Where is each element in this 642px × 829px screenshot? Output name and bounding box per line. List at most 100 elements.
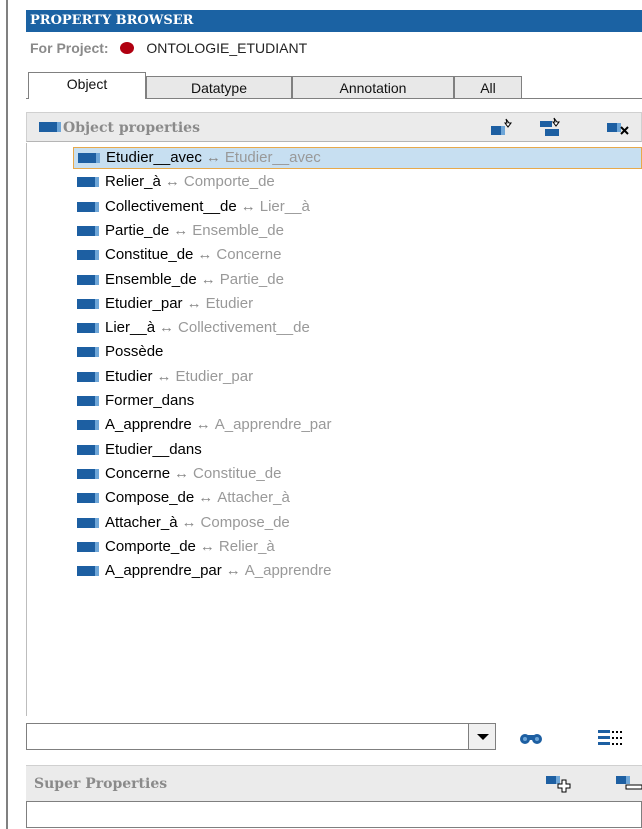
- property-name: Partie_de: [105, 221, 170, 239]
- property-row[interactable]: Etudier_par ↔ Etudier: [73, 293, 253, 315]
- project-label: For Project:: [30, 40, 109, 56]
- project-icon: [120, 42, 135, 54]
- inverse-property-name: Constitue_de: [193, 464, 282, 482]
- inverse-arrow: ↔: [156, 367, 172, 385]
- tab-object[interactable]: Object: [28, 72, 146, 99]
- super-properties-list[interactable]: [26, 801, 642, 828]
- view-options-icon[interactable]: [596, 727, 626, 747]
- property-name: Etudier__dans: [105, 440, 202, 458]
- inverse-arrow: ↔: [186, 294, 202, 312]
- inverse-arrow: ↔: [200, 270, 216, 288]
- left-divider: [0, 0, 8, 829]
- property-name: Etudier_par: [105, 294, 183, 312]
- property-row[interactable]: Relier_à ↔ Comporte_de: [73, 171, 275, 193]
- property-row[interactable]: Partie_de ↔ Ensemble_de: [73, 220, 284, 242]
- super-properties-header: Super Properties: [26, 765, 642, 801]
- object-property-icon: [77, 468, 99, 479]
- tab-all[interactable]: All: [454, 76, 522, 98]
- delete-property-icon[interactable]: [607, 117, 631, 137]
- add-property-icon[interactable]: [489, 117, 513, 137]
- inverse-arrow: ↔: [164, 173, 180, 191]
- property-row[interactable]: Collectivement__de ↔ Lier__à: [73, 196, 310, 218]
- object-property-icon: [77, 177, 99, 188]
- inverse-arrow: ↔: [181, 513, 197, 531]
- property-row[interactable]: Constitue_de ↔ Concerne: [73, 244, 281, 266]
- property-row[interactable]: Ensemble_de ↔ Partie_de: [73, 269, 284, 291]
- property-name: Former_dans: [105, 392, 195, 409]
- property-row[interactable]: Concerne ↔ Constitue_de: [73, 463, 281, 485]
- property-row[interactable]: A_apprendre ↔ A_apprendre_par: [73, 414, 332, 436]
- tab-datatype[interactable]: Datatype: [146, 76, 292, 98]
- inverse-property-name: Etudier__avec: [224, 149, 321, 166]
- inverse-property-name: Comporte_de: [183, 173, 275, 191]
- inverse-arrow: ↔: [198, 489, 214, 507]
- property-name: Concerne: [105, 464, 171, 482]
- inverse-arrow: ↔: [240, 197, 256, 215]
- object-property-icon: [77, 298, 99, 309]
- property-name: Possède: [105, 343, 164, 361]
- object-property-tree[interactable]: Etudier__avec ↔ Etudier__avec Relier_à ↔ Comp…: [26, 143, 642, 716]
- property-row[interactable]: Compose_de ↔ Attacher_à: [73, 487, 290, 509]
- project-name: ONTOLOGIE_ETUDIANT: [146, 40, 308, 56]
- super-properties-title: Super Properties: [34, 776, 168, 792]
- inverse-property-name: Collectivement__de: [178, 319, 310, 337]
- property-row[interactable]: Attacher_à ↔ Compose_de: [73, 512, 290, 534]
- object-property-icon: [77, 274, 99, 285]
- inverse-property-name: Attacher_à: [217, 489, 290, 507]
- tab-bar: Object Datatype Annotation All: [26, 72, 642, 99]
- search-dropdown-button[interactable]: [468, 723, 496, 750]
- object-property-icon: [77, 371, 99, 382]
- property-name: A_apprendre: [105, 416, 192, 434]
- remove-superproperty-icon[interactable]: [612, 772, 642, 794]
- object-property-icon: [77, 541, 99, 552]
- object-property-icon: [77, 420, 99, 431]
- object-property-icon: [77, 493, 99, 504]
- inverse-property-name: A_apprendre_par: [214, 416, 332, 434]
- property-name: Etudier: [105, 367, 153, 385]
- object-property-icon: [77, 566, 99, 577]
- add-subproperty-icon[interactable]: [539, 117, 563, 137]
- inverse-arrow: ↔: [199, 537, 215, 555]
- project-bar: For Project: ONTOLOGIE_ETUDIANT: [26, 34, 642, 62]
- object-property-icon: [77, 225, 99, 236]
- object-properties-title: Object properties: [63, 120, 200, 136]
- property-name: Ensemble_de: [105, 270, 197, 288]
- inverse-property-name: Lier__à: [259, 197, 310, 215]
- inverse-property-name: Relier_à: [218, 537, 275, 555]
- object-property-icon: [39, 122, 61, 132]
- property-name: Collectivement__de: [105, 197, 237, 215]
- inverse-property-name: Ensemble_de: [192, 221, 284, 239]
- property-row[interactable]: Former_dans: [73, 390, 194, 412]
- object-property-icon: [77, 444, 99, 455]
- property-row[interactable]: Comporte_de ↔ Relier_à: [73, 536, 275, 558]
- property-row[interactable]: Lier__à ↔ Collectivement__de: [73, 317, 310, 339]
- property-row[interactable]: A_apprendre_par ↔ A_apprendre: [73, 560, 332, 582]
- object-property-icon: [77, 250, 99, 261]
- property-name: Constitue_de: [105, 246, 194, 264]
- property-row[interactable]: Etudier__avec ↔ Etudier__avec: [73, 147, 642, 169]
- property-row[interactable]: Etudier__dans: [73, 439, 202, 461]
- add-superproperty-icon[interactable]: [546, 772, 572, 794]
- property-name: Lier__à: [105, 319, 156, 337]
- property-row[interactable]: Etudier ↔ Etudier_par: [73, 366, 253, 388]
- inverse-arrow: ↔: [159, 319, 175, 337]
- find-binoculars-icon[interactable]: [516, 727, 546, 747]
- panel-title: PROPERTY BROWSER: [30, 13, 194, 28]
- object-property-icon: [77, 201, 99, 212]
- inverse-arrow: ↔: [197, 246, 213, 264]
- property-name: Compose_de: [105, 489, 195, 507]
- inverse-arrow: ↔: [174, 464, 190, 482]
- inverse-arrow: ↔: [173, 221, 189, 239]
- object-property-icon: [77, 347, 99, 358]
- inverse-arrow: ↔: [205, 149, 221, 166]
- search-input[interactable]: [26, 723, 496, 750]
- property-row[interactable]: Possède: [73, 341, 163, 363]
- property-name: A_apprendre_par: [105, 562, 222, 580]
- object-property-icon: [77, 323, 99, 334]
- inverse-arrow: ↔: [225, 562, 241, 580]
- panel-title-bar: PROPERTY BROWSER: [26, 10, 642, 32]
- tab-annotation[interactable]: Annotation: [292, 76, 454, 98]
- inverse-property-name: Compose_de: [200, 513, 290, 531]
- object-property-icon: [77, 396, 99, 407]
- property-name: Attacher_à: [105, 513, 178, 531]
